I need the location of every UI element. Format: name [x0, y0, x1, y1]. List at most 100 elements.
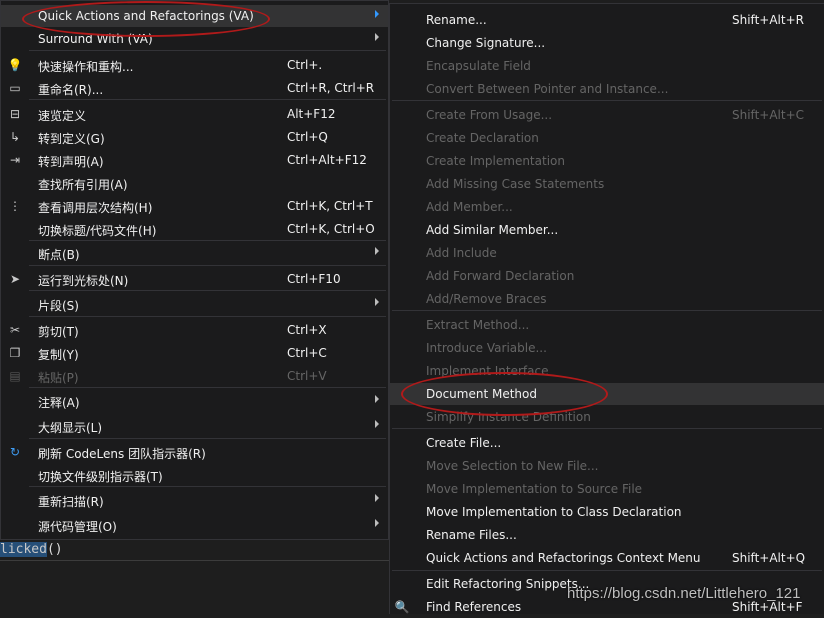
- left-menu-item-y[interactable]: ❐ 复制(Y) Ctrl+C: [1, 342, 388, 364]
- left-menu-item-a[interactable]: 查找所有引用(A): [1, 172, 388, 194]
- menu-item-label: Simplify Instance Definition: [426, 410, 591, 424]
- menu-item-label: Create File...: [426, 436, 502, 450]
- left-menu-item-g[interactable]: ↳ 转到定义(G) Ctrl+Q: [1, 126, 388, 148]
- menu-item-label: Add Similar Member...: [426, 223, 559, 237]
- menu-item-label: Create Implementation: [426, 154, 565, 168]
- left-menu-item-r[interactable]: ▭ 重命名(R)... Ctrl+R, Ctrl+R: [1, 77, 388, 99]
- right-menu-item-move-selection-to-new-file: Move Selection to New File...: [390, 455, 824, 477]
- submenu-arrow-icon: [375, 395, 379, 403]
- menu-item-shortcut: Shift+Alt+Q: [732, 551, 806, 565]
- menu-item-label: Introduce Variable...: [426, 341, 547, 355]
- right-menu-item-create-implementation: Create Implementation: [390, 150, 824, 172]
- watermark: https://blog.csdn.net/Littlehero_121: [567, 585, 801, 602]
- menu-item-label: Move Implementation to Class Declaration: [426, 505, 682, 519]
- left-menu-item-2[interactable]: 💡 快速操作和重构... Ctrl+.: [1, 54, 388, 76]
- paste-icon: ▤: [9, 369, 21, 383]
- menu-item-label: 刷新 CodeLens 团队指示器(R): [38, 447, 206, 461]
- left-menu-item-t[interactable]: 切换文件级别指示器(T): [1, 464, 388, 486]
- menu-item-label: Find References: [426, 600, 522, 614]
- menu-item-shortcut: Ctrl+K, Ctrl+O: [287, 222, 375, 236]
- menu-item-shortcut: Ctrl+.: [287, 58, 323, 72]
- left-menu-item-codelens-r[interactable]: ↻ 刷新 CodeLens 团队指示器(R): [1, 441, 388, 463]
- menu-item-label: Edit Refactoring Snippets...: [426, 577, 590, 591]
- menu-item-shortcut: Ctrl+F10: [287, 272, 341, 286]
- submenu-arrow-icon: [375, 10, 379, 18]
- goto-declaration-icon: ⇥: [9, 153, 21, 167]
- menu-item-label: 复制(Y): [38, 348, 79, 362]
- menu-item-label: Add Forward Declaration: [426, 269, 575, 283]
- right-menu-item-rename-files[interactable]: Rename Files...: [390, 524, 824, 546]
- menu-item-label: 粘贴(P): [38, 371, 79, 385]
- right-menu-item-document-method[interactable]: Document Method: [390, 383, 824, 405]
- menu-item-label: 速览定义: [38, 109, 87, 123]
- menu-separator: [392, 428, 822, 429]
- menu-separator: [392, 310, 822, 311]
- submenu-arrow-icon: [375, 420, 379, 428]
- right-menu-item-introduce-variable: Introduce Variable...: [390, 337, 824, 359]
- left-menu-item-a[interactable]: ⇥ 转到声明(A) Ctrl+Alt+F12: [1, 149, 388, 171]
- refactor-submenu: Rename... Shift+Alt+R Change Signature... E…: [389, 3, 824, 614]
- right-menu-item-change-signature[interactable]: Change Signature...: [390, 32, 824, 54]
- left-menu-item-h[interactable]: ⋮ 查看调用层次结构(H) Ctrl+K, Ctrl+T: [1, 195, 388, 217]
- call-hierarchy-icon: ⋮: [9, 199, 21, 213]
- right-menu-item-add-similar-member[interactable]: Add Similar Member...: [390, 219, 824, 241]
- menu-item-label: 切换标题/代码文件(H): [38, 224, 157, 238]
- menu-separator: [29, 50, 386, 51]
- menu-item-label: 转到声明(A): [38, 155, 104, 169]
- menu-item-shortcut: Ctrl+R, Ctrl+R: [287, 81, 375, 95]
- menu-separator: [29, 99, 386, 100]
- menu-separator: [29, 438, 386, 439]
- goto-definition-icon: ↳: [9, 130, 21, 144]
- menu-item-label: Quick Actions and Refactorings (VA): [38, 9, 254, 23]
- rename-icon: ▭: [9, 81, 21, 95]
- menu-separator: [29, 387, 386, 388]
- copy-icon: ❐: [9, 346, 21, 360]
- right-menu-item-add-remove-braces: Add/Remove Braces: [390, 288, 824, 310]
- right-menu-item-add-missing-case-statements: Add Missing Case Statements: [390, 173, 824, 195]
- left-menu-item-n[interactable]: ➤ 运行到光标处(N) Ctrl+F10: [1, 268, 388, 290]
- menu-item-label: Change Signature...: [426, 36, 546, 50]
- left-menu-item-h[interactable]: 切换标题/代码文件(H) Ctrl+K, Ctrl+O: [1, 218, 388, 240]
- cut-icon: ✂: [9, 323, 21, 337]
- left-menu-item-r[interactable]: 重新扫描(R): [1, 489, 388, 511]
- menu-item-label: Rename...: [426, 13, 487, 27]
- menu-item-shortcut: Ctrl+Alt+F12: [287, 153, 367, 167]
- left-menu-item-l[interactable]: 大纲显示(L): [1, 415, 388, 437]
- menu-item-shortcut: Shift+Alt+F: [732, 600, 803, 614]
- left-menu-item-surround-with-va[interactable]: Surround With (VA): [1, 28, 388, 50]
- left-menu-item-t[interactable]: ✂ 剪切(T) Ctrl+X: [1, 319, 388, 341]
- menu-item-label: Create Declaration: [426, 131, 539, 145]
- submenu-arrow-icon: [375, 298, 379, 306]
- submenu-arrow-icon: [375, 247, 379, 255]
- menu-item-shortcut: Ctrl+V: [287, 369, 327, 383]
- menu-item-label: 断点(B): [38, 248, 80, 262]
- menu-item-label: 运行到光标处(N): [38, 274, 129, 288]
- menu-item-label: Convert Between Pointer and Instance...: [426, 82, 669, 96]
- menu-separator: [29, 240, 386, 241]
- right-menu-item-convert-between-pointer-and-instance: Convert Between Pointer and Instance...: [390, 78, 824, 100]
- menu-item-label: Document Method: [426, 387, 537, 401]
- right-menu-item-rename[interactable]: Rename... Shift+Alt+R: [390, 9, 824, 31]
- left-menu-item-s[interactable]: 片段(S): [1, 293, 388, 315]
- menu-item-label: Add Member...: [426, 200, 513, 214]
- left-menu-item-o[interactable]: 源代码管理(O): [1, 514, 388, 536]
- right-menu-item-move-implementation-to-class-declaration[interactable]: Move Implementation to Class Declaration: [390, 501, 824, 523]
- menu-item-label: Surround With (VA): [38, 32, 153, 46]
- right-menu-item-simplify-instance-definition: Simplify Instance Definition: [390, 406, 824, 428]
- menu-item-label: 重新扫描(R): [38, 495, 104, 509]
- right-menu-item-quick-actions-and-refactorings-context-menu[interactable]: Quick Actions and Refactorings Context M…: [390, 547, 824, 569]
- menu-item-label: 查找所有引用(A): [38, 178, 128, 192]
- menu-item-label: Create From Usage...: [426, 108, 553, 122]
- menu-item-label: Quick Actions and Refactorings Context M…: [426, 551, 701, 565]
- menu-item-label: Add Missing Case Statements: [426, 177, 605, 191]
- code-editor-line[interactable]: licked(): [0, 540, 389, 561]
- left-menu-item-quick-actions-and-refactorings-va[interactable]: Quick Actions and Refactorings (VA): [1, 5, 388, 27]
- menu-item-label: Encapsulate Field: [426, 59, 531, 73]
- menu-item-label: 源代码管理(O): [38, 520, 117, 534]
- lightbulb-icon: 💡: [7, 58, 23, 72]
- submenu-arrow-icon: [375, 33, 379, 41]
- left-menu-item-4[interactable]: ⊟ 速览定义 Alt+F12: [1, 103, 388, 125]
- left-menu-item-b[interactable]: 断点(B): [1, 242, 388, 264]
- left-menu-item-a[interactable]: 注释(A): [1, 390, 388, 412]
- right-menu-item-create-file[interactable]: Create File...: [390, 432, 824, 454]
